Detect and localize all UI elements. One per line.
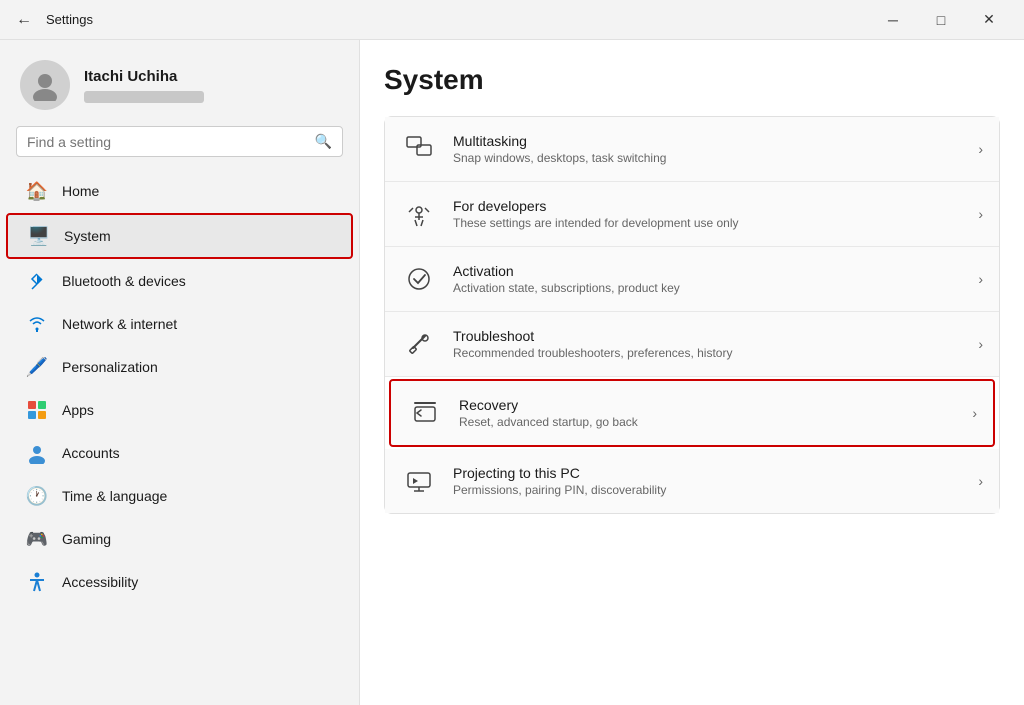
sidebar-item-personalization[interactable]: 🖊️ Personalization: [6, 346, 353, 388]
system-icon: 🖥️: [28, 225, 50, 247]
minimize-button[interactable]: ─: [870, 4, 916, 36]
app-title: Settings: [46, 12, 93, 27]
network-icon: [26, 313, 48, 335]
content-area: System Multitasking Snap windows, deskto…: [360, 40, 1024, 705]
sidebar-item-label: Bluetooth & devices: [62, 273, 186, 289]
chevron-icon: ›: [978, 141, 983, 157]
home-icon: 🏠: [26, 180, 48, 202]
accounts-icon: [26, 442, 48, 464]
setting-title: Troubleshoot: [453, 328, 962, 344]
sidebar-item-accounts[interactable]: Accounts: [6, 432, 353, 474]
page-title: System: [384, 64, 1000, 96]
sidebar-item-apps[interactable]: Apps: [6, 389, 353, 431]
search-box[interactable]: 🔍: [16, 126, 343, 157]
setting-projecting-text: Projecting to this PC Permissions, pairi…: [453, 465, 962, 497]
sidebar-item-network[interactable]: Network & internet: [6, 303, 353, 345]
chevron-icon: ›: [978, 271, 983, 287]
app-body: Itachi Uchiha 🔍 🏠 Home 🖥️ System: [0, 40, 1024, 705]
nav-list: 🏠 Home 🖥️ System 1: [0, 169, 359, 604]
window-controls: ─ □ ✕: [870, 4, 1012, 36]
setting-developers[interactable]: For developers These settings are intend…: [385, 182, 999, 247]
setting-recovery-text: Recovery Reset, advanced startup, go bac…: [459, 397, 956, 429]
activation-icon: [401, 261, 437, 297]
setting-multitasking[interactable]: Multitasking Snap windows, desktops, tas…: [385, 117, 999, 182]
user-info: Itachi Uchiha: [84, 68, 204, 103]
setting-troubleshoot-text: Troubleshoot Recommended troubleshooters…: [453, 328, 962, 360]
search-input[interactable]: [27, 134, 307, 150]
user-name: Itachi Uchiha: [84, 68, 204, 85]
user-email-blurred: [84, 91, 204, 103]
time-icon: 🕐: [26, 485, 48, 507]
personalization-icon: 🖊️: [26, 356, 48, 378]
sidebar-item-label: Accounts: [62, 445, 120, 461]
sidebar-item-label: Apps: [62, 402, 94, 418]
sidebar-item-home[interactable]: 🏠 Home: [6, 170, 353, 212]
setting-desc: Recommended troubleshooters, preferences…: [453, 346, 962, 360]
chevron-icon: ›: [972, 405, 977, 421]
apps-icon: [26, 399, 48, 421]
sidebar-item-label: Accessibility: [62, 574, 138, 590]
settings-list: Multitasking Snap windows, desktops, tas…: [384, 116, 1000, 514]
sidebar-item-bluetooth[interactable]: Bluetooth & devices: [6, 260, 353, 302]
setting-troubleshoot[interactable]: Troubleshoot Recommended troubleshooters…: [385, 312, 999, 377]
search-icon: 🔍: [315, 133, 332, 150]
setting-recovery-wrap: Recovery Reset, advanced startup, go bac…: [385, 377, 999, 449]
recovery-icon: [407, 395, 443, 431]
setting-title: Activation: [453, 263, 962, 279]
setting-desc: Reset, advanced startup, go back: [459, 415, 956, 429]
back-button[interactable]: ←: [12, 7, 36, 33]
close-button[interactable]: ✕: [966, 4, 1012, 36]
projecting-icon: [401, 463, 437, 499]
sidebar-item-accessibility[interactable]: Accessibility: [6, 561, 353, 603]
bluetooth-icon: [26, 270, 48, 292]
chevron-icon: ›: [978, 206, 983, 222]
setting-activation-text: Activation Activation state, subscriptio…: [453, 263, 962, 295]
search-container: 🔍: [0, 126, 359, 169]
chevron-icon: ›: [978, 473, 983, 489]
sidebar-item-label: Gaming: [62, 531, 111, 547]
avatar: [20, 60, 70, 110]
maximize-button[interactable]: □: [918, 4, 964, 36]
user-profile[interactable]: Itachi Uchiha: [0, 40, 359, 126]
setting-desc: Permissions, pairing PIN, discoverabilit…: [453, 483, 962, 497]
setting-desc: Snap windows, desktops, task switching: [453, 151, 962, 165]
sidebar-item-label: Personalization: [62, 359, 158, 375]
setting-title: Recovery: [459, 397, 956, 413]
sidebar: Itachi Uchiha 🔍 🏠 Home 🖥️ System: [0, 40, 360, 705]
setting-projecting[interactable]: Projecting to this PC Permissions, pairi…: [385, 449, 999, 513]
sidebar-item-label: System: [64, 228, 111, 244]
chevron-icon: ›: [978, 336, 983, 352]
sidebar-item-gaming[interactable]: 🎮 Gaming: [6, 518, 353, 560]
gaming-icon: 🎮: [26, 528, 48, 550]
setting-title: For developers: [453, 198, 962, 214]
sidebar-item-label: Home: [62, 183, 99, 199]
setting-title: Multitasking: [453, 133, 962, 149]
troubleshoot-icon: [401, 326, 437, 362]
setting-desc: Activation state, subscriptions, product…: [453, 281, 962, 295]
sidebar-item-time[interactable]: 🕐 Time & language: [6, 475, 353, 517]
setting-desc: These settings are intended for developm…: [453, 216, 962, 230]
setting-recovery[interactable]: Recovery Reset, advanced startup, go bac…: [389, 379, 995, 447]
title-bar-left: ← Settings: [12, 7, 93, 33]
developers-icon: [401, 196, 437, 232]
sidebar-item-label: Network & internet: [62, 316, 177, 332]
setting-activation[interactable]: Activation Activation state, subscriptio…: [385, 247, 999, 312]
multitasking-icon: [401, 131, 437, 167]
sidebar-item-system-wrap: 🖥️ System 1: [6, 213, 353, 259]
sidebar-item-label: Time & language: [62, 488, 167, 504]
setting-multitasking-text: Multitasking Snap windows, desktops, tas…: [453, 133, 962, 165]
setting-title: Projecting to this PC: [453, 465, 962, 481]
title-bar: ← Settings ─ □ ✕: [0, 0, 1024, 40]
sidebar-item-system[interactable]: 🖥️ System: [6, 213, 353, 259]
accessibility-icon: [26, 571, 48, 593]
setting-developers-text: For developers These settings are intend…: [453, 198, 962, 230]
